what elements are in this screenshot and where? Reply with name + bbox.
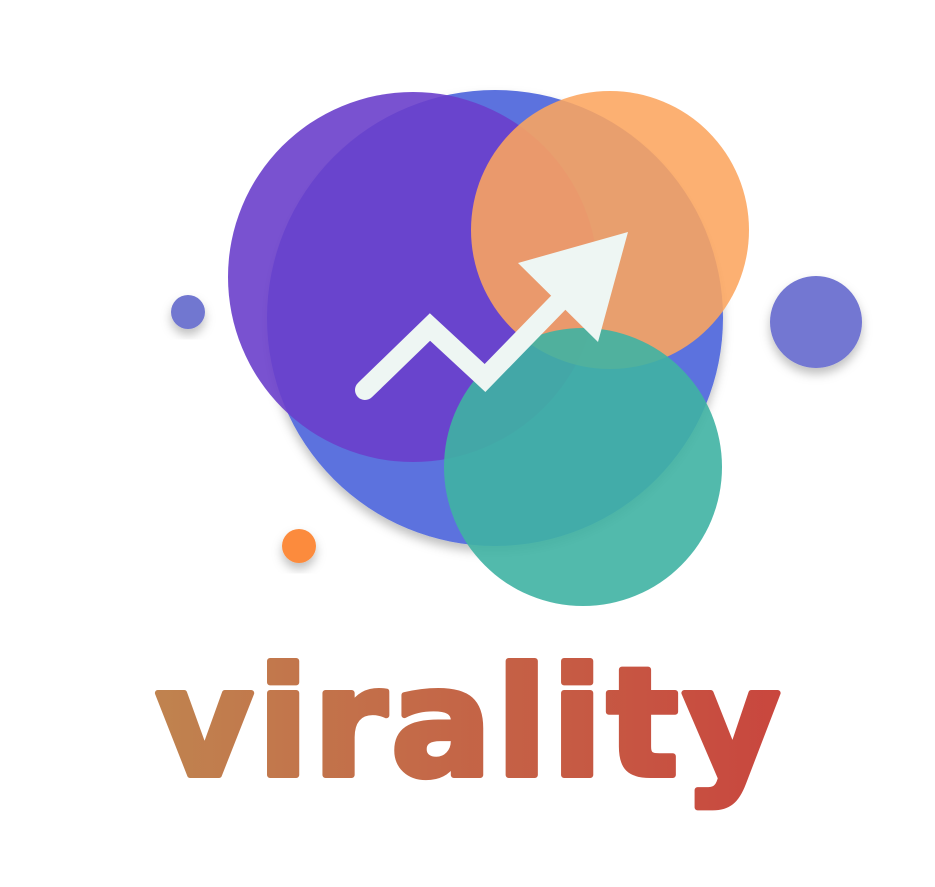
- orange-circle: [471, 91, 749, 369]
- large-purple-dot: [770, 276, 862, 368]
- wordmark: virality: [156, 637, 785, 811]
- small-orange-dot: [282, 529, 316, 563]
- virality-logo: virality: [153, 90, 862, 814]
- small-purple-dot: [171, 295, 205, 329]
